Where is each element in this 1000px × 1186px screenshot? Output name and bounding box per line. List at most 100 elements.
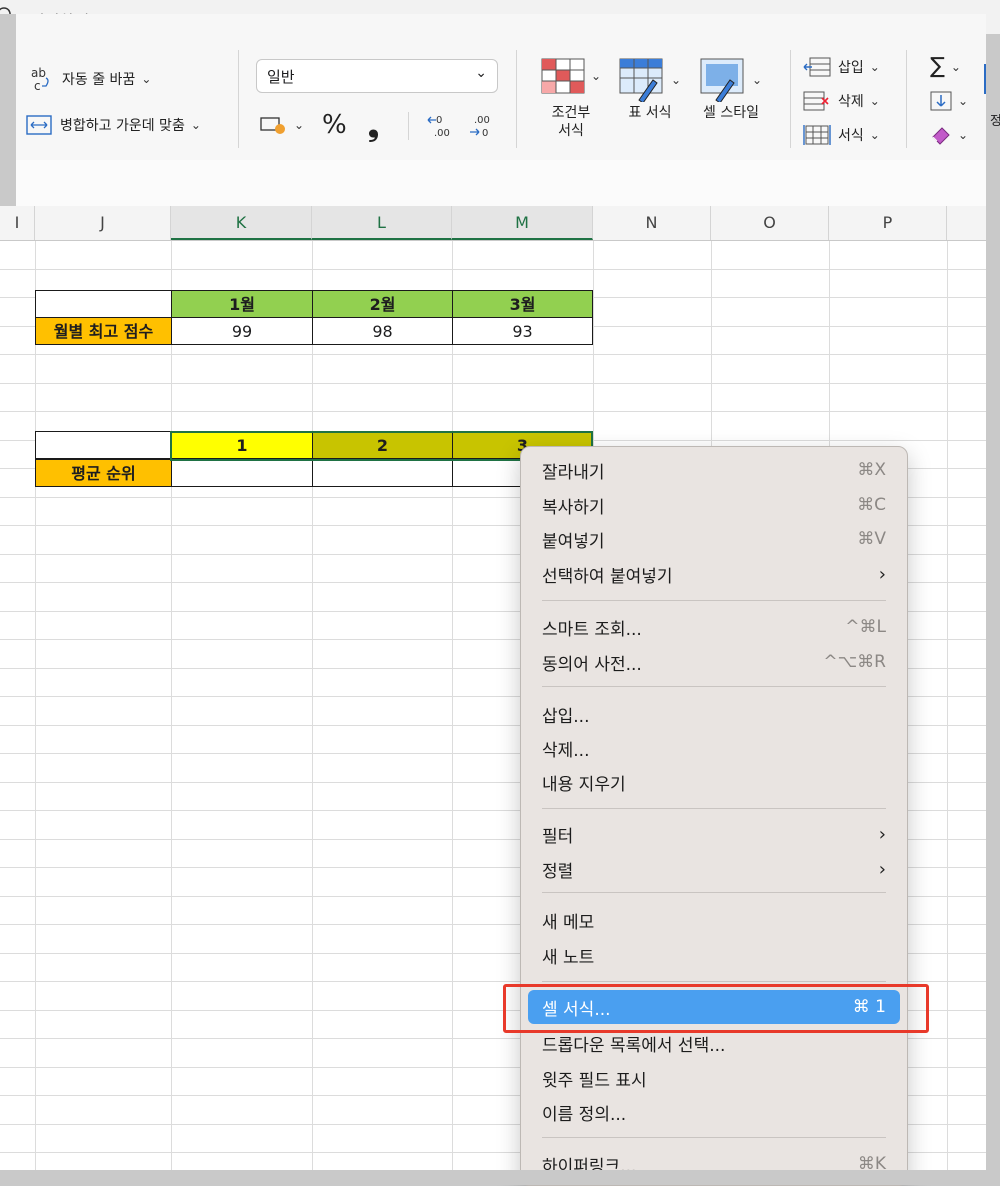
chevron-down-icon[interactable]: ⌄ [294, 118, 304, 132]
column-gridline [312, 240, 313, 1176]
table2-corner-cell[interactable] [35, 431, 172, 459]
table1-header-cell[interactable]: 2월 [312, 290, 453, 318]
ribbon-divider [238, 50, 239, 148]
cell-styles-button[interactable]: ⌄ 셀 스타일 [694, 58, 768, 122]
menu-item-label: 스마트 조회... [542, 619, 642, 640]
menu-item[interactable]: 잘라내기 ⌘X [528, 453, 900, 487]
column-gridline [947, 240, 948, 1176]
menu-item[interactable]: 삽입... [528, 697, 900, 731]
column-header-o[interactable]: O [711, 206, 829, 240]
chevron-down-icon[interactable]: ⌄ [591, 69, 601, 83]
percent-button[interactable]: % [322, 110, 347, 140]
menu-item[interactable]: 이름 정의... [528, 1095, 900, 1129]
menu-item[interactable]: 새 노트 [528, 938, 900, 972]
sigma-icon: ∑ [930, 54, 945, 79]
column-header-l[interactable]: L [312, 206, 452, 240]
accounting-icon [260, 117, 285, 134]
menu-item[interactable]: 복사하기 ⌘C [528, 488, 900, 522]
comma-style-button[interactable]: ❟ [368, 110, 379, 144]
table2-value-cell[interactable] [312, 459, 453, 487]
column-header-k[interactable]: K [171, 206, 312, 240]
chevron-down-icon[interactable]: ⌄ [671, 73, 681, 87]
table1-value-cell[interactable]: 93 [452, 317, 593, 345]
menu-item[interactable]: 새 메모 [528, 903, 900, 937]
menu-item-label: 붙여넣기 [542, 531, 605, 552]
format-as-table-button[interactable]: ⌄ 표 서식 [616, 58, 684, 122]
table2-header-cell[interactable]: 1 [171, 431, 313, 459]
column-header-p[interactable]: P [829, 206, 947, 240]
menu-separator [542, 981, 886, 982]
table2-row-label[interactable]: 평균 순위 [35, 459, 172, 487]
insert-cells-icon [803, 57, 831, 77]
column-header-i[interactable]: I [0, 206, 35, 240]
menu-item[interactable]: 정렬 › [528, 852, 900, 886]
column-gridline [171, 240, 172, 1176]
row-gridline [0, 354, 1000, 355]
chevron-down-icon[interactable]: ⌄ [752, 73, 762, 87]
delete-label: 삭제 [838, 94, 864, 110]
chevron-down-icon[interactable]: ⌄ [141, 72, 151, 86]
chevron-right-icon: › [878, 858, 886, 880]
menu-item[interactable]: 붙여넣기 ⌘V [528, 522, 900, 556]
delete-cells-button[interactable]: 삭제 ⌄ [802, 90, 880, 112]
menu-separator [542, 808, 886, 809]
chevron-down-icon[interactable]: ⌄ [958, 128, 968, 142]
menu-item-label: 드롭다운 목록에서 선택... [542, 1035, 726, 1056]
chevron-down-icon[interactable]: ⌄ [870, 94, 880, 108]
table2-value-cell[interactable] [171, 459, 313, 487]
conditional-format-label-1: 조건부 [551, 105, 591, 121]
menu-separator [542, 686, 886, 687]
menu-item[interactable]: 삭제... [528, 731, 900, 765]
table2-header-cell[interactable]: 2 [312, 431, 453, 459]
menu-item-shortcut: ⌘V [857, 529, 886, 549]
table1-header-cell[interactable]: 3월 [452, 290, 593, 318]
table1-row-label[interactable]: 월별 최고 점수 [35, 317, 172, 345]
menu-item[interactable]: 윗주 필드 표시 [528, 1061, 900, 1095]
table1-value-cell[interactable]: 98 [312, 317, 453, 345]
table1-corner-cell[interactable] [35, 290, 172, 318]
wrap-text-button[interactable]: ab c 자동 줄 바꿈 ⌄ [30, 66, 151, 92]
format-cells-icon [803, 125, 831, 145]
menu-item-label: 삽입... [542, 706, 590, 727]
menu-item[interactable]: 내용 지우기 [528, 765, 900, 799]
svg-text:0: 0 [436, 115, 442, 126]
column-header-n[interactable]: N [593, 206, 711, 240]
menu-item[interactable]: 스마트 조회... ^⌘L [528, 610, 900, 644]
conditional-format-button[interactable]: ⌄ 조건부 서식 [536, 58, 606, 140]
menu-item-shortcut: ⌘X [857, 460, 886, 480]
chevron-right-icon: › [878, 823, 886, 845]
fill-button[interactable]: ⌄ [930, 90, 968, 112]
partial-icon [984, 64, 988, 94]
accounting-format-button[interactable]: ⌄ [260, 114, 304, 136]
percent-icon: % [322, 110, 347, 140]
clear-button[interactable]: ⌄ [930, 124, 968, 146]
row-gridline [0, 411, 1000, 412]
chevron-down-icon[interactable]: ⌄ [870, 60, 880, 74]
number-format-select[interactable]: 일반 ⌄ [256, 59, 498, 93]
menu-item-shortcut: ⌘C [857, 495, 886, 515]
chevron-right-icon: › [878, 563, 886, 585]
svg-text:c: c [34, 79, 41, 92]
chevron-down-icon[interactable]: ⌄ [191, 118, 201, 132]
menu-item-label: 선택하여 붙여넣기 [542, 566, 673, 587]
menu-item-label: 새 메모 [542, 912, 595, 933]
decrease-decimal-button[interactable]: .00 0 [468, 112, 496, 140]
menu-item[interactable]: 동의어 사전... ^⌥⌘R [528, 645, 900, 679]
chevron-down-icon[interactable]: ⌄ [870, 128, 880, 142]
insert-cells-button[interactable]: 삽입 ⌄ [802, 56, 880, 78]
chevron-down-icon[interactable]: ⌄ [958, 94, 968, 108]
table1-header-cell[interactable]: 1월 [171, 290, 313, 318]
format-table-icon [619, 58, 663, 102]
menu-item-label: 새 노트 [542, 947, 595, 968]
format-cells-button[interactable]: 서식 ⌄ [802, 124, 880, 146]
merge-center-button[interactable]: 병합하고 가운데 맞춤 ⌄ [26, 114, 201, 136]
column-header-m[interactable]: M [452, 206, 593, 240]
menu-item[interactable]: 선택하여 붙여넣기 › [528, 557, 900, 591]
table1-value-cell[interactable]: 99 [171, 317, 313, 345]
svg-text:.00: .00 [434, 128, 450, 139]
chevron-down-icon[interactable]: ⌄ [951, 60, 961, 74]
column-header-j[interactable]: J [35, 206, 171, 240]
increase-decimal-button[interactable]: 0 .00 [426, 112, 454, 140]
menu-item[interactable]: 필터 › [528, 817, 900, 851]
autosum-button[interactable]: ∑ ⌄ [930, 54, 961, 79]
